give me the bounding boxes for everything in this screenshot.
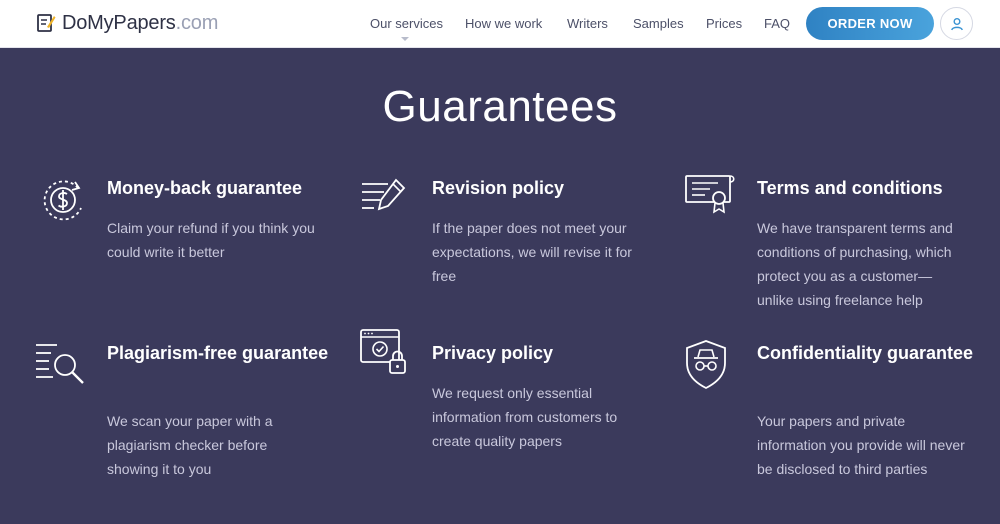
nav-samples[interactable]: Samples [633,16,684,31]
card-title: Privacy policy [432,343,554,363]
card-text: We have transparent terms and conditions… [757,220,953,308]
revision-icon [362,178,406,211]
privacy-lock-icon [360,329,406,374]
card-text: We scan your paper with a plagiarism che… [107,413,273,477]
order-now-button[interactable]: ORDER NOW [806,7,934,40]
nav-how-we-work[interactable]: How we work [465,16,542,31]
card-text: If the paper does not meet your expectat… [432,220,632,284]
nav-prices[interactable]: Prices [706,16,742,31]
certificate-icon [685,175,735,214]
card-title: Terms and conditions [757,178,943,198]
page-title: Guarantees [382,82,618,131]
logo-domain: .com [175,11,219,34]
nav-our-services[interactable]: Our services [370,16,443,31]
site-header: DoMyPapers.com Our services How we work … [0,0,1000,48]
logo[interactable]: DoMyPapers.com [36,10,218,36]
card-title: Revision policy [432,178,565,198]
incognito-shield-icon [686,340,726,390]
card-text: Your papers and private information you … [757,413,965,477]
card-title: Plagiarism-free guarantee [107,343,329,363]
logo-text: DoMyPapers [62,11,176,34]
chevron-down-icon [401,37,409,41]
card-title: Money-back guarantee [107,178,303,198]
document-pen-icon [37,14,56,32]
nav-faq[interactable]: FAQ [764,16,790,31]
user-account-button[interactable] [940,7,973,40]
nav-writers[interactable]: Writers [567,16,608,31]
money-back-icon [43,180,82,221]
card-text: We request only essential information fr… [432,385,618,449]
user-icon [950,17,963,30]
plagiarism-search-icon [36,344,84,384]
card-text: Claim your refund if you think you could… [107,220,315,260]
card-title: Confidentiality guarantee [757,343,974,363]
